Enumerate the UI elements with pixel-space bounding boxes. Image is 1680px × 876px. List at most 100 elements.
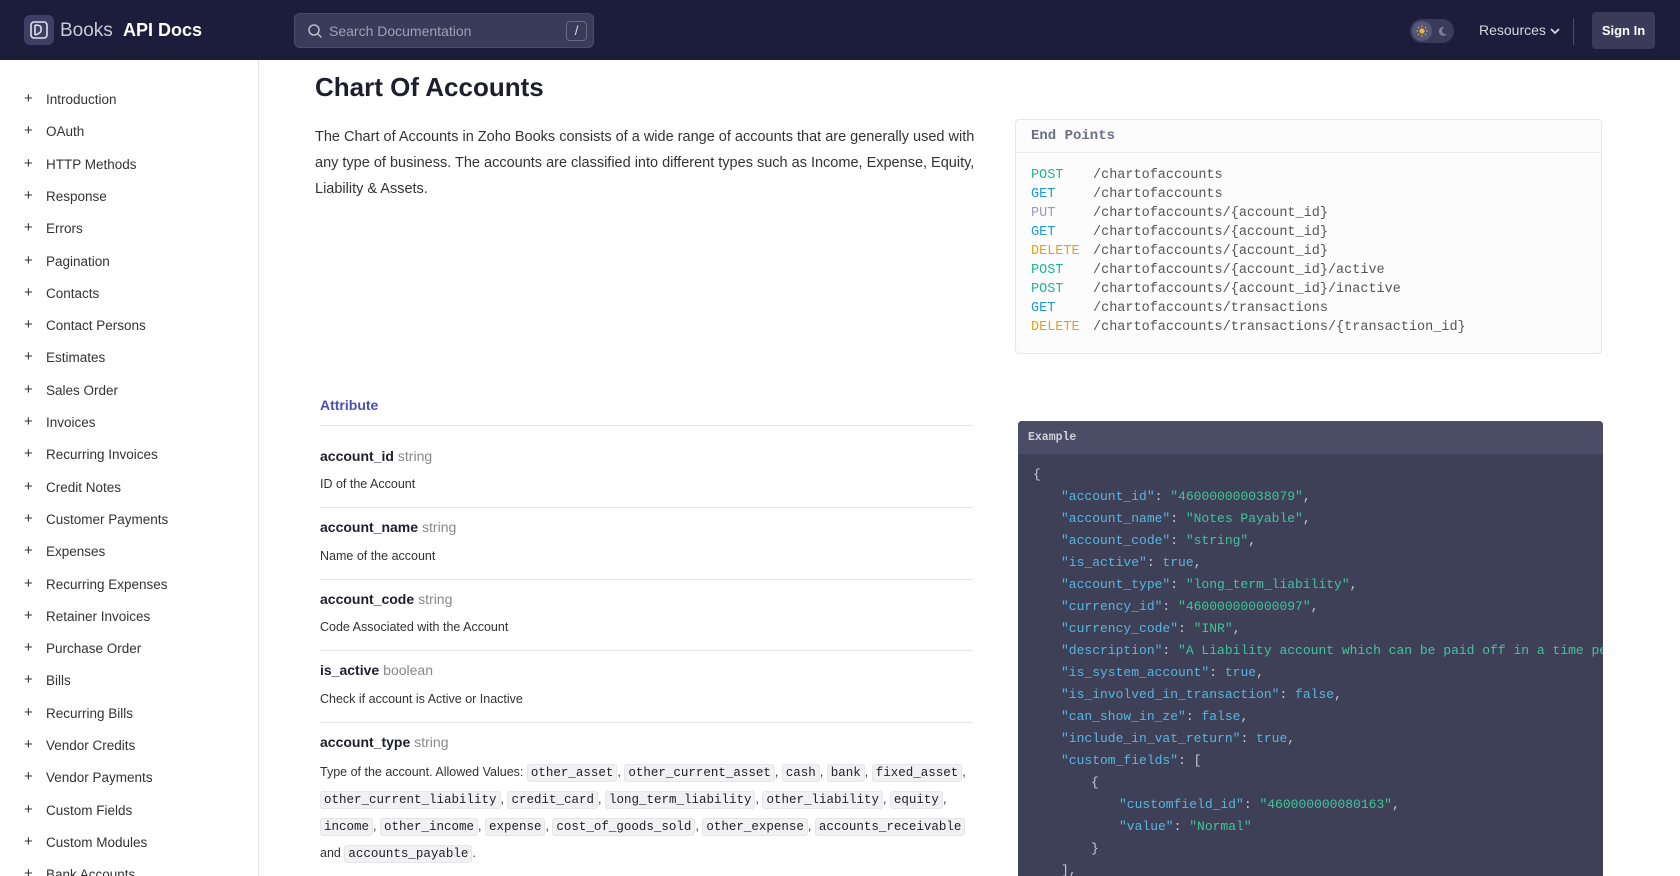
moon-icon bbox=[1434, 23, 1450, 39]
sidebar-item-vendor-credits[interactable]: + Vendor Credits bbox=[0, 730, 258, 762]
plus-icon: + bbox=[24, 542, 33, 560]
code-value: "460000000000097" bbox=[1178, 599, 1311, 614]
code-punct: : bbox=[1243, 797, 1260, 812]
code-key: "account_id" bbox=[1061, 489, 1155, 504]
sidebar-item-label: Invoices bbox=[46, 415, 96, 430]
sidebar-item-credit-notes[interactable]: + Credit Notes bbox=[0, 472, 258, 504]
endpoint-path: /chartofaccounts/{account_id} bbox=[1093, 206, 1328, 221]
sidebar-item-label: Custom Modules bbox=[46, 834, 148, 850]
sidebar-item-label: HTTP Methods bbox=[46, 156, 137, 172]
endpoint-path: /chartofaccounts/{account_id}/active bbox=[1093, 263, 1385, 278]
product-name[interactable]: API Docs bbox=[123, 20, 202, 41]
sidebar-item-oauth[interactable]: + OAuth bbox=[0, 116, 258, 148]
code-key: "customfield_id" bbox=[1119, 797, 1244, 812]
code-punct: : bbox=[1170, 533, 1186, 548]
theme-toggle[interactable] bbox=[1410, 19, 1454, 43]
code-key: "currency_id" bbox=[1061, 599, 1163, 614]
nav-divider bbox=[1573, 18, 1574, 45]
code-line: ], bbox=[1061, 863, 1077, 876]
allowed-value-chip: other_liability bbox=[762, 791, 883, 809]
code-key: "value" bbox=[1119, 819, 1174, 834]
allowed-value-chip: credit_card bbox=[507, 791, 598, 809]
code-value: false bbox=[1295, 687, 1335, 702]
code-line: "is_involved_in_transaction": false, bbox=[1061, 687, 1342, 702]
endpoint-method: DELETE bbox=[1031, 320, 1080, 335]
code-key: "custom_fields" bbox=[1061, 753, 1179, 768]
endpoints-title: End Points bbox=[1016, 120, 1601, 153]
sidebar-item-bills[interactable]: + Bills bbox=[0, 665, 258, 697]
sidebar-item-vendor-payments[interactable]: + Vendor Payments bbox=[0, 762, 258, 794]
code-punct: : bbox=[1173, 819, 1190, 834]
allowed-value-chip: accounts_payable bbox=[344, 845, 473, 863]
code-punct: : bbox=[1170, 577, 1186, 592]
allowed-value-chip: equity bbox=[889, 791, 943, 809]
sidebar-item-label: Contact Persons bbox=[46, 318, 146, 334]
sidebar-item-retainer-invoices[interactable]: + Retainer Invoices bbox=[0, 601, 258, 633]
plus-icon: + bbox=[24, 251, 33, 269]
attribute-name: account_name string bbox=[320, 519, 456, 535]
sidebar-item-introduction[interactable]: + Introduction bbox=[0, 84, 258, 116]
code-line: { bbox=[1033, 467, 1041, 482]
sidebar-item-estimates[interactable]: + Estimates bbox=[0, 342, 258, 374]
code-key: "currency_code" bbox=[1061, 621, 1179, 636]
code-punct: : bbox=[1240, 731, 1257, 746]
sidebar-item-sales-order[interactable]: + Sales Order bbox=[0, 375, 258, 407]
sidebar-item-pagination[interactable]: + Pagination bbox=[0, 246, 258, 278]
sidebar-item-http-methods[interactable]: + HTTP Methods bbox=[0, 149, 258, 181]
search-input[interactable] bbox=[329, 14, 549, 47]
attribute-key: account_type bbox=[320, 734, 411, 750]
endpoint-method: POST bbox=[1031, 168, 1064, 183]
code-value: "long_term_liability" bbox=[1185, 577, 1350, 592]
brand-name[interactable]: Books bbox=[60, 20, 113, 42]
code-value: "Normal" bbox=[1189, 819, 1252, 834]
sidebar-item-recurring-invoices[interactable]: + Recurring Invoices bbox=[0, 439, 258, 471]
sidebar-item-purchase-order[interactable]: + Purchase Order bbox=[0, 633, 258, 665]
sidebar-item-custom-fields[interactable]: + Custom Fields bbox=[0, 795, 258, 827]
code-value: "460000000080163" bbox=[1259, 797, 1393, 812]
resources-label: Resources bbox=[1479, 22, 1546, 38]
allowed-value-chip: accounts_receivable bbox=[814, 818, 966, 836]
code-punct: : bbox=[1178, 621, 1194, 636]
sidebar-item-response[interactable]: + Response bbox=[0, 181, 258, 213]
plus-icon: + bbox=[24, 219, 33, 237]
allowed-value-chip: fixed_asset bbox=[871, 764, 963, 782]
code-value: true bbox=[1224, 665, 1257, 680]
allowed-value-chip: cost_of_goods_sold bbox=[552, 818, 696, 836]
sidebar-item-customer-payments[interactable]: + Customer Payments bbox=[0, 504, 258, 536]
code-punct: , bbox=[1193, 555, 1202, 570]
sign-in-button[interactable]: Sign In bbox=[1592, 12, 1655, 49]
sidebar-item-recurring-expenses[interactable]: + Recurring Expenses bbox=[0, 569, 258, 601]
attribute-type: string bbox=[397, 448, 433, 464]
sidebar-item-expenses[interactable]: + Expenses bbox=[0, 536, 258, 568]
sidebar-item-label: Estimates bbox=[46, 350, 106, 366]
sidebar-item-label: Custom Fields bbox=[46, 802, 133, 818]
attribute-name: account_id string bbox=[320, 448, 432, 464]
endpoint-method: DELETE bbox=[1031, 244, 1080, 259]
allowed-value-chip: other_asset bbox=[526, 764, 618, 782]
code-punct: , bbox=[1240, 709, 1249, 724]
sidebar-item-label: OAuth bbox=[46, 124, 85, 140]
sidebar-item-custom-modules[interactable]: + Custom Modules bbox=[0, 827, 258, 859]
sidebar-item-recurring-bills[interactable]: + Recurring Bills bbox=[0, 698, 258, 730]
attribute-type: string bbox=[414, 734, 449, 750]
sidebar-item-errors[interactable]: + Errors bbox=[0, 213, 258, 245]
endpoint-path: /chartofaccounts bbox=[1093, 187, 1223, 202]
resources-menu[interactable]: Resources bbox=[1479, 22, 1560, 38]
attribute-description: ID of the Account bbox=[320, 477, 416, 491]
code-value: true bbox=[1256, 731, 1288, 746]
code-line: "customfield_id": "460000000080163", bbox=[1119, 797, 1400, 812]
sidebar-item-contacts[interactable]: + Contacts bbox=[0, 278, 258, 310]
sidebar-item-bank-accounts[interactable]: + Bank Accounts bbox=[0, 859, 258, 876]
plus-icon: + bbox=[24, 348, 33, 366]
code-punct: : bbox=[1154, 489, 1171, 504]
sidebar-item-contact-persons[interactable]: + Contact Persons bbox=[0, 310, 258, 342]
attribute-name: is_active boolean bbox=[320, 662, 433, 678]
attribute-type: string bbox=[422, 519, 457, 535]
code-line: "description": "A Liability account whic… bbox=[1061, 643, 1603, 658]
plus-icon: + bbox=[24, 639, 33, 657]
books-logo-icon[interactable] bbox=[24, 15, 54, 45]
code-value: "Notes Payable" bbox=[1185, 511, 1303, 526]
sidebar-item-invoices[interactable]: + Invoices bbox=[0, 407, 258, 439]
search-box[interactable]: / bbox=[294, 13, 594, 48]
plus-icon: + bbox=[24, 509, 33, 527]
